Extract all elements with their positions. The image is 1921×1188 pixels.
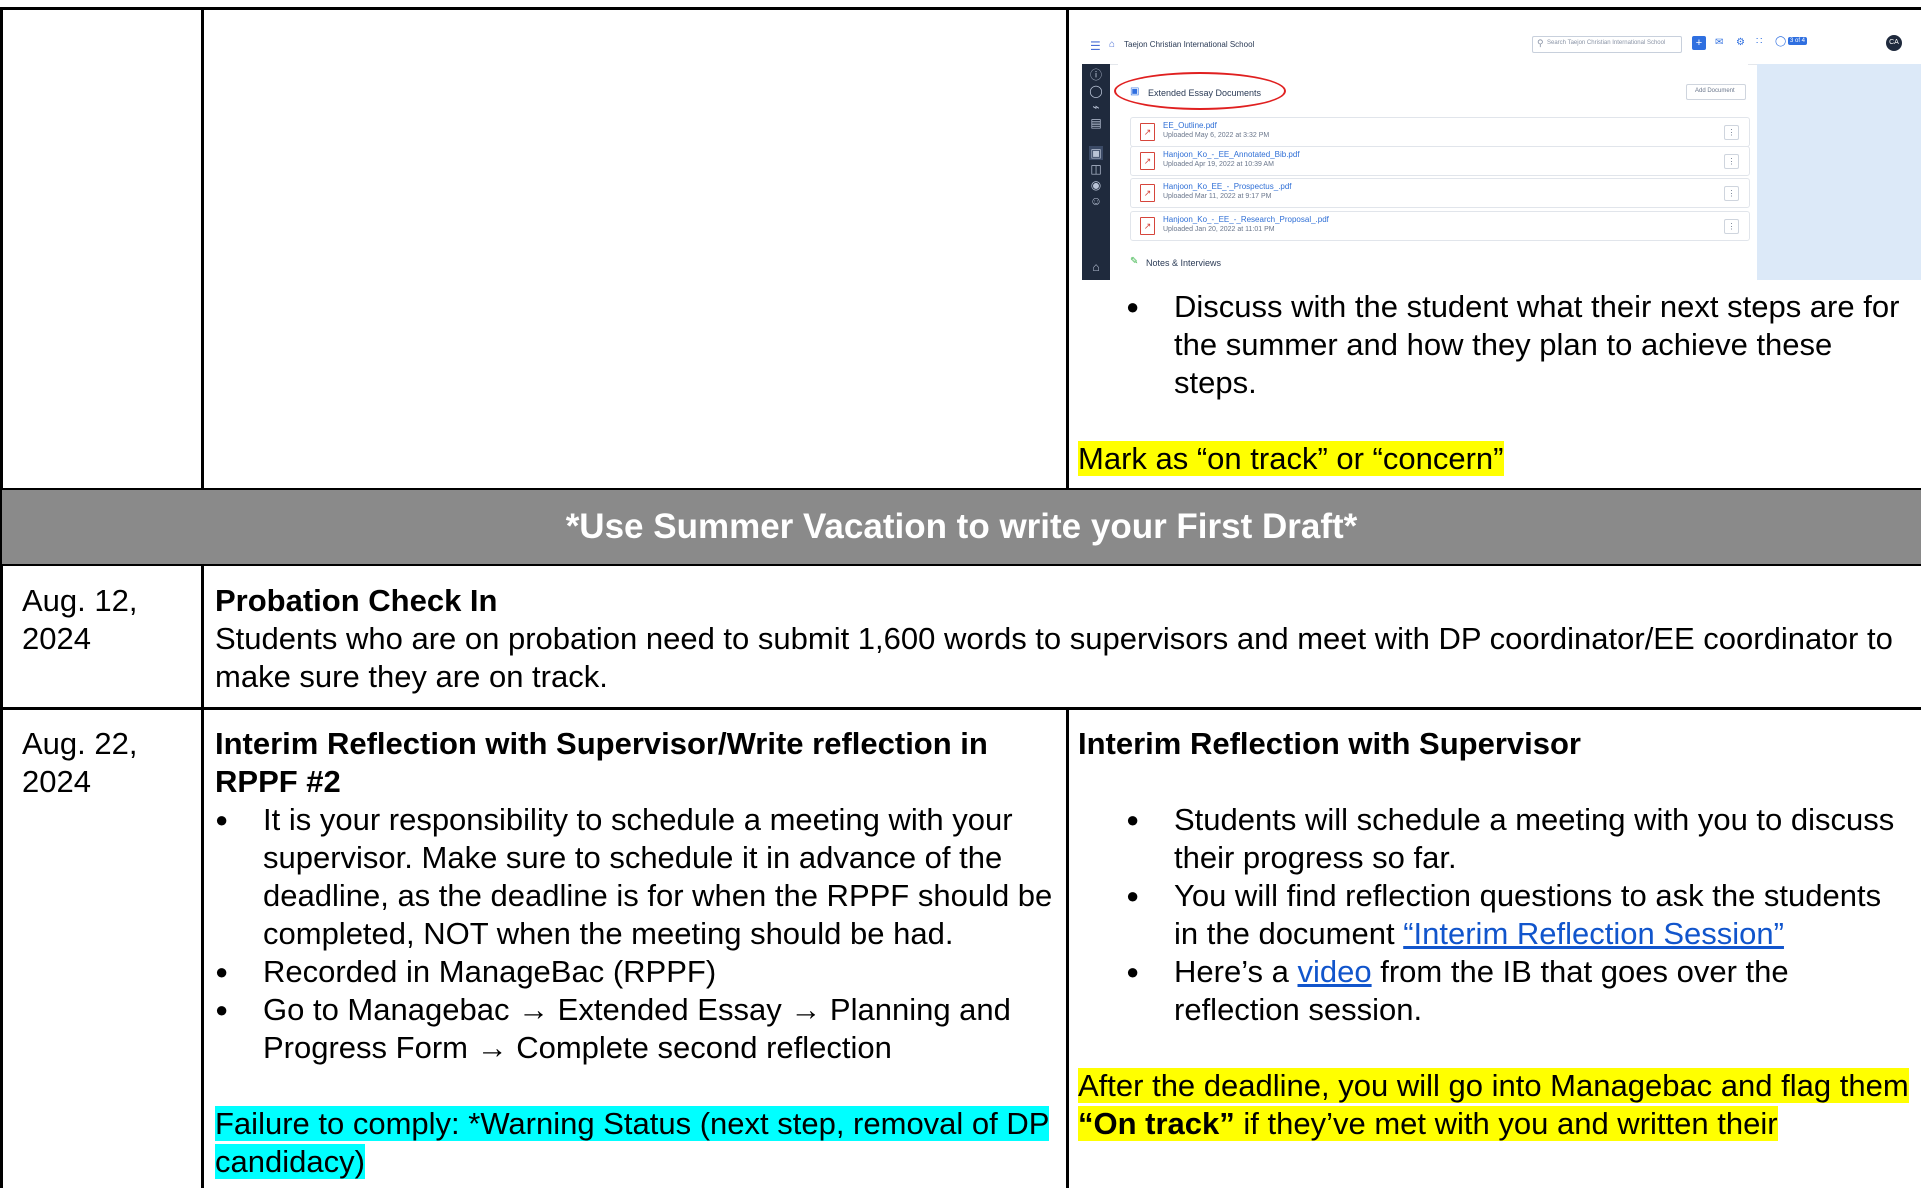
cube-icon[interactable]: ◉ (1089, 178, 1103, 192)
document-item[interactable]: ↗ EE_Outline.pdf Uploaded May 6, 2022 at… (1130, 117, 1750, 147)
document-item[interactable]: ↗ Hanjoon_Ko_-_EE_Annotated_Bib.pdf Uplo… (1130, 146, 1750, 176)
managebac-screenshot: ☰ ⌂ Taejon Christian International Schoo… (1082, 26, 1921, 280)
flag-text: if they’ve met with you and written thei… (1234, 1106, 1778, 1141)
document-item[interactable]: ↗ Hanjoon_Ko_EE_-_Prospectus_.pdf Upload… (1130, 178, 1750, 208)
interim-reflection-link[interactable]: “Interim Reflection Session” (1403, 916, 1784, 951)
supervisor-task-title: Interim Reflection with Supervisor (1078, 726, 1581, 761)
list-item: Here’s a video from the IB that goes ove… (1126, 953, 1913, 1029)
chart-icon[interactable]: ⌁ (1089, 100, 1103, 114)
supervisor-bullet-list: Students will schedule a meeting with yo… (1126, 801, 1913, 1029)
list-item: Students will schedule a meeting with yo… (1126, 801, 1913, 877)
notes-icon: ✎ (1130, 256, 1139, 267)
home-icon[interactable]: ⌂ (1089, 260, 1103, 274)
more-options-icon[interactable]: ⋮ (1724, 125, 1739, 140)
warning-text: Failure to comply: *Warning Status (next… (215, 1106, 1050, 1179)
document-upload-date: Uploaded Mar 11, 2022 at 9:17 PM (1163, 193, 1272, 200)
mail-icon[interactable]: ✉ (1715, 37, 1723, 48)
document-upload-date: Uploaded Jan 20, 2022 at 11:01 PM (1163, 226, 1275, 233)
info-icon[interactable]: ⓘ (1089, 68, 1103, 82)
flag-instruction: After the deadline, you will go into Man… (1078, 1068, 1909, 1141)
school-name: Taejon Christian International School (1124, 40, 1255, 49)
summer-banner: *Use Summer Vacation to write your First… (2, 490, 1921, 564)
menu-icon: ☰ (1090, 39, 1101, 53)
screenshot-sidebar: ⓘ ◯ ⌁ ▤ ▣ ◫ ◉ ☺ ⌂ (1082, 64, 1110, 280)
row3-date: Aug. 22, 2024 (22, 726, 138, 799)
row3-student-cell: Interim Reflection with Supervisor/Write… (215, 725, 1055, 1181)
list-item: Discuss with the student what their next… (1126, 288, 1916, 402)
page-counter-badge[interactable]: 3 of 4 (1788, 37, 1808, 45)
table-left-border (0, 7, 3, 1188)
row1-supervisor-cell: Discuss with the student what their next… (1078, 288, 1916, 402)
column-divider (1066, 708, 1069, 1188)
row2-title: Probation Check In (215, 583, 498, 618)
table-top-border (0, 7, 1921, 10)
column-divider (1066, 7, 1069, 490)
screenshot-topbar: ☰ ⌂ Taejon Christian International Schoo… (1082, 26, 1921, 65)
presentation-icon[interactable]: ◫ (1089, 162, 1103, 176)
document-name[interactable]: Hanjoon_Ko_EE_-_Prospectus_.pdf (1163, 182, 1292, 191)
row2-body: Students who are on probation need to su… (215, 621, 1893, 694)
document-item[interactable]: ↗ Hanjoon_Ko_-_EE_-_Research_Proposal_.p… (1130, 211, 1750, 241)
dashboard-icon[interactable]: ◯ (1089, 84, 1103, 98)
status-flag-text: Mark as “on track” or “concern” (1078, 441, 1504, 476)
student-bullet-list: It is your responsibility to schedule a … (215, 801, 1055, 1067)
add-document-button[interactable]: Add Document (1686, 84, 1746, 100)
row1-flag: Mark as “on track” or “concern” (1078, 440, 1504, 478)
more-options-icon[interactable]: ⋮ (1724, 219, 1739, 234)
list-item: Recorded in ManageBac (RPPF) (215, 953, 1055, 991)
document-name[interactable]: Hanjoon_Ko_-_EE_Annotated_Bib.pdf (1163, 150, 1300, 159)
on-track-label: “On track” (1078, 1106, 1235, 1141)
apps-grid-icon[interactable]: ∷ (1756, 36, 1762, 47)
pdf-icon: ↗ (1140, 152, 1155, 170)
video-link[interactable]: video (1298, 954, 1372, 989)
folder-icon[interactable]: ▣ (1089, 146, 1103, 160)
row3-supervisor-cell: Interim Reflection with Supervisor Stude… (1078, 725, 1913, 1143)
screenshot-right-pane (1757, 64, 1921, 280)
people-icon[interactable]: ☺ (1089, 194, 1103, 208)
pdf-icon: ↗ (1140, 123, 1155, 141)
more-options-icon[interactable]: ⋮ (1724, 186, 1739, 201)
column-divider (201, 564, 204, 1188)
search-icon: ⚲ (1537, 38, 1544, 48)
highlight-circle (1114, 72, 1286, 110)
student-task-title: Interim Reflection with Supervisor/Write… (215, 726, 988, 799)
row2-date: Aug. 12, 2024 (22, 583, 138, 656)
home-icon: ⌂ (1109, 39, 1116, 50)
briefcase-icon[interactable]: ▤ (1089, 116, 1103, 130)
search-placeholder: Search Taejon Christian International Sc… (1547, 40, 1666, 46)
row2-content: Probation Check In Students who are on p… (215, 582, 1905, 696)
pdf-icon: ↗ (1140, 184, 1155, 202)
search-input[interactable]: ⚲ Search Taejon Christian International … (1532, 36, 1682, 53)
document-name[interactable]: EE_Outline.pdf (1163, 121, 1217, 130)
list-item: It is your responsibility to schedule a … (215, 801, 1055, 953)
add-document-label: Add Document (1695, 88, 1735, 94)
column-divider (201, 7, 204, 490)
pdf-icon: ↗ (1140, 217, 1155, 235)
avatar[interactable]: CA (1886, 35, 1902, 51)
list-item: Go to Managebac → Extended Essay → Plann… (215, 991, 1055, 1067)
flag-text: After the deadline, you will go into Man… (1078, 1068, 1909, 1103)
notes-label: Notes & Interviews (1146, 258, 1222, 268)
more-options-icon[interactable]: ⋮ (1724, 154, 1739, 169)
bullet-list: Discuss with the student what their next… (1126, 288, 1916, 402)
document-upload-date: Uploaded Apr 19, 2022 at 10:39 AM (1163, 161, 1274, 168)
row-divider (0, 707, 1921, 710)
document-name[interactable]: Hanjoon_Ko_-_EE_-_Research_Proposal_.pdf (1163, 215, 1329, 224)
gear-icon[interactable]: ⚙ (1736, 37, 1745, 48)
list-item-text: Here’s a (1174, 954, 1298, 989)
add-button[interactable]: + (1692, 36, 1706, 50)
document-upload-date: Uploaded May 6, 2022 at 3:32 PM (1163, 132, 1270, 139)
globe-icon[interactable]: ◯ (1775, 36, 1786, 47)
list-item: You will find reflection questions to as… (1126, 877, 1913, 953)
